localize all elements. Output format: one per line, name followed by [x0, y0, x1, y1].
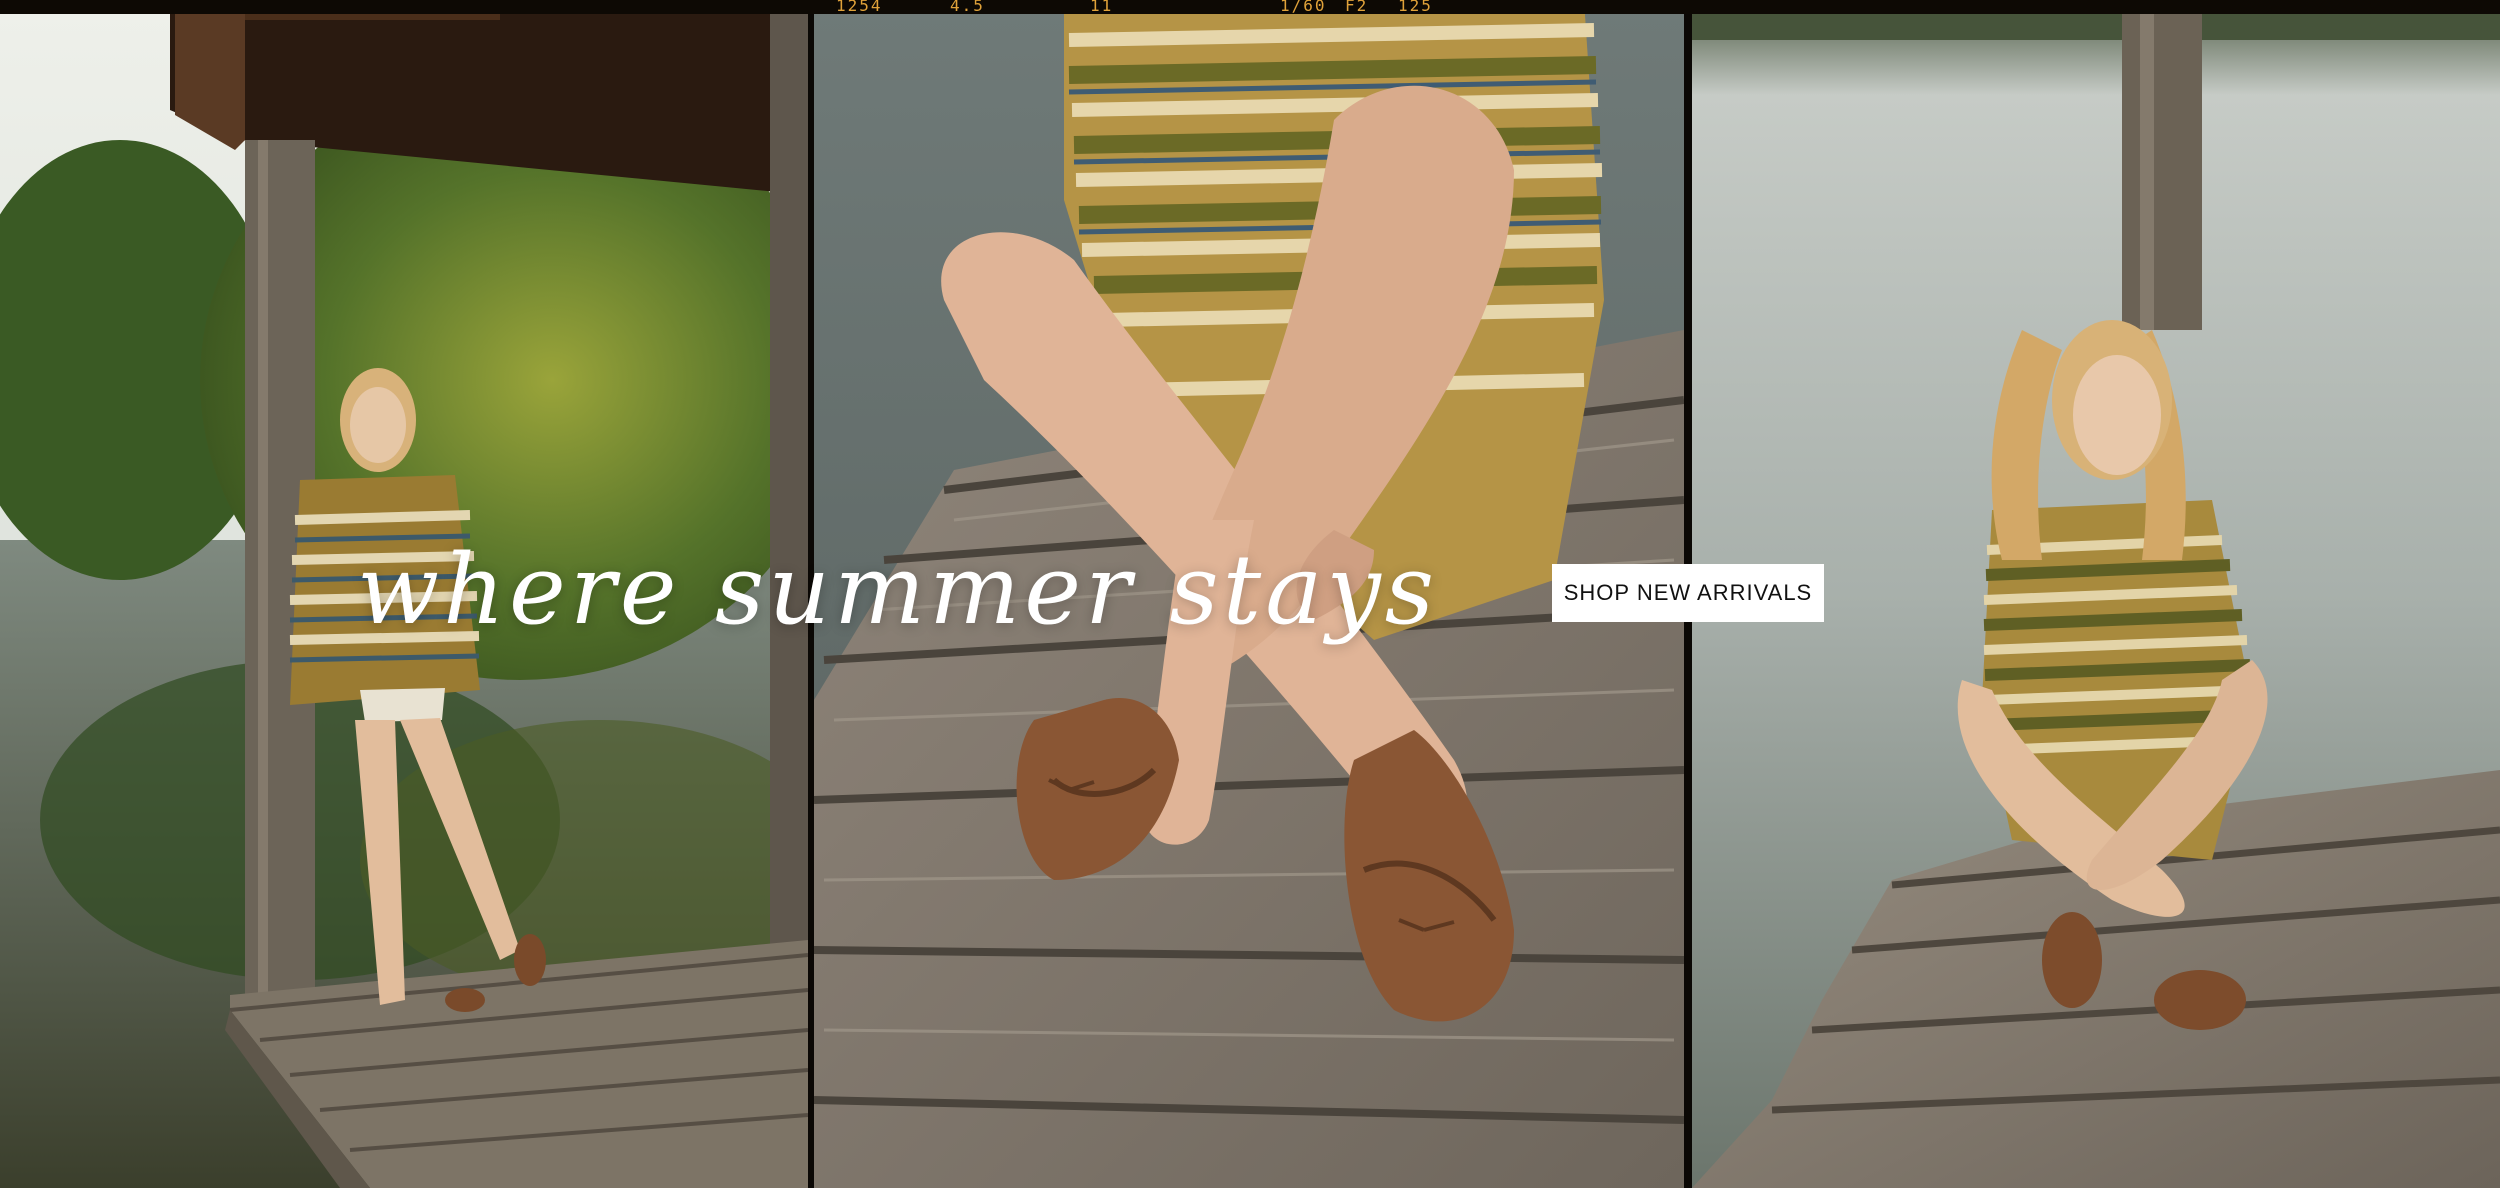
film-frame-code: F2 [1345, 0, 1369, 15]
film-frame-code: 1254 [836, 0, 883, 15]
film-frame-code: 125 [1398, 0, 1433, 15]
film-frame-code: 11 [1090, 0, 1114, 15]
hero-banner[interactable]: 1254 4.5 11 1/60 F2 125 where summer sta… [0, 0, 2500, 1188]
film-strip-border: 1254 4.5 11 1/60 F2 125 [0, 0, 2500, 15]
shop-new-arrivals-button[interactable]: SHOP NEW ARRIVALS [1552, 564, 1824, 622]
film-frame-code: 4.5 [950, 0, 985, 15]
film-frame-code: 1/60 [1280, 0, 1327, 15]
hero-headline: where summer stays [357, 534, 1438, 646]
